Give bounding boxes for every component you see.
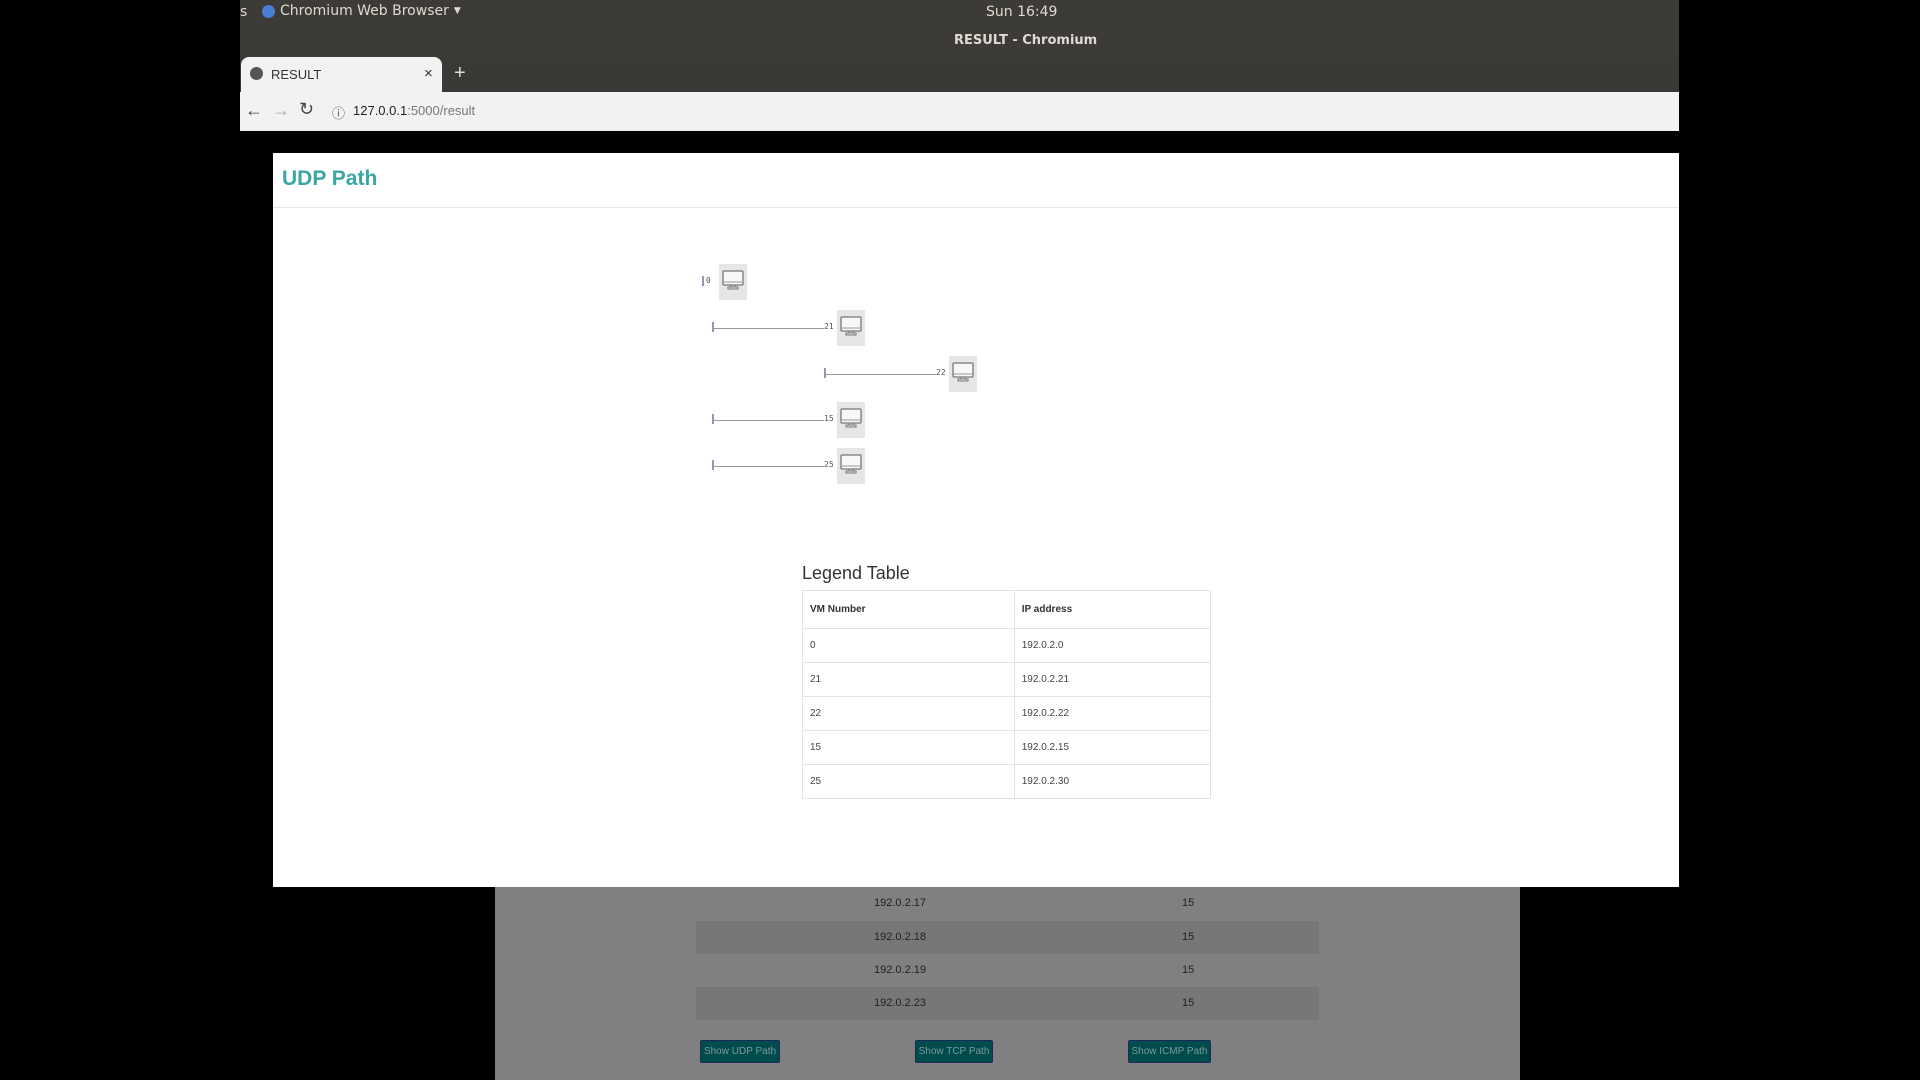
node-label: 25 (824, 460, 834, 469)
table-row: 22 192.0.2.22 (802, 696, 1212, 731)
ip-address: 192.0.2.0 (1013, 628, 1212, 663)
divider (273, 207, 1679, 208)
connector-tick (712, 322, 714, 332)
table-row: 192.0.2.19 15 (874, 964, 1195, 976)
header-vm-number: VM Number (802, 590, 1015, 629)
computer-icon (837, 448, 865, 484)
ip-address: 192.0.2.21 (1013, 662, 1212, 697)
globe-icon (250, 67, 263, 80)
connector-line (714, 328, 824, 329)
table-row: 21 192.0.2.21 (802, 662, 1212, 697)
vm-number: 21 (802, 662, 1015, 697)
computer-icon (837, 310, 865, 346)
ip-address: 192.0.2.15 (1013, 730, 1212, 765)
url-host: 127.0.0.1 (353, 103, 408, 118)
info-icon[interactable]: ⓘ (332, 103, 345, 122)
node-label: 0 (706, 276, 711, 285)
header-ip-address: IP address (1013, 590, 1212, 629)
url-path: :5000/result (407, 103, 476, 118)
connector-line (714, 420, 824, 421)
activities-button[interactable]: s (240, 4, 247, 20)
connector-line (714, 466, 824, 467)
modal-title: UDP Path (282, 167, 378, 190)
url-field[interactable]: 127.0.0.1:5000/result (353, 103, 475, 118)
window-title-bar: RESULT - Chromium (240, 26, 1679, 57)
node-label: 22 (936, 368, 946, 377)
udp-path-modal: UDP Path 0 21 22 15 25 Legend Table VM Numbe… (273, 153, 1679, 887)
tab-strip: RESULT × + (240, 57, 1679, 92)
computer-icon (719, 264, 747, 300)
ip-address: 192.0.2.22 (1013, 696, 1212, 731)
table-row: 25 192.0.2.30 (802, 764, 1212, 799)
vm-number: 22 (802, 696, 1015, 731)
table-row: 192.0.2.23 15 (696, 987, 1319, 1020)
connector-tick (712, 414, 714, 424)
reload-icon[interactable]: ↻ (299, 99, 314, 120)
new-tab-button[interactable]: + (454, 62, 466, 85)
connector-tick (712, 460, 714, 470)
clock[interactable]: Sun 16:49 (986, 4, 1057, 20)
back-icon[interactable]: ← (245, 100, 263, 121)
app-menu-label: Chromium Web Browser (280, 3, 449, 19)
connector-tick (702, 276, 704, 286)
computer-icon (949, 356, 977, 392)
vm-number: 0 (802, 628, 1015, 663)
chromium-icon (262, 4, 275, 18)
chevron-down-icon: ▼ (453, 6, 461, 16)
node-label: 21 (824, 322, 834, 331)
legend-title: Legend Table (802, 563, 910, 583)
tab-result[interactable]: RESULT × (241, 57, 442, 92)
app-menu[interactable]: Chromium Web Browser ▼ (262, 3, 461, 19)
show-udp-path-button: Show UDP Path (700, 1040, 780, 1063)
connector-tick (824, 368, 826, 378)
tab-label: RESULT (271, 67, 322, 82)
show-tcp-path-button: Show TCP Path (915, 1040, 993, 1063)
table-row: 192.0.2.17 15 (874, 897, 1195, 909)
table-header-row: VM Number IP address (802, 590, 1212, 629)
show-icmp-path-button: Show ICMP Path (1128, 1040, 1211, 1063)
close-tab-icon[interactable]: × (424, 65, 433, 82)
computer-icon (837, 402, 865, 438)
table-row: 0 192.0.2.0 (802, 628, 1212, 663)
table-row: 15 192.0.2.15 (802, 730, 1212, 765)
vm-number: 25 (802, 764, 1015, 799)
vm-number: 15 (802, 730, 1015, 765)
window-title: RESULT - Chromium (954, 33, 1098, 48)
toolbar: ← → ↻ ⓘ 127.0.0.1:5000/result (240, 92, 1679, 131)
node-label: 15 (824, 414, 834, 423)
ip-address: 192.0.2.30 (1013, 764, 1212, 799)
forward-icon[interactable]: → (272, 100, 290, 121)
connector-line (826, 374, 936, 375)
table-row: 192.0.2.18 15 (696, 921, 1319, 954)
legend-table: VM Number IP address 0 192.0.2.0 21 192.0.2… (802, 590, 1212, 799)
system-top-bar: s Chromium Web Browser ▼ Sun 16:49 (240, 0, 1679, 26)
background-page-dimmed: 192.0.2.17 15 192.0.2.18 15 192.0.2.19 15 1… (495, 887, 1520, 1080)
